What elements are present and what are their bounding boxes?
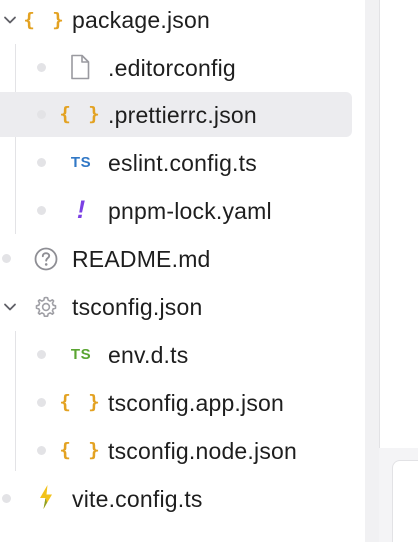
tree-item-prettierrc-json[interactable]: { } .prettierrc.json xyxy=(0,92,368,137)
chevron-down-icon[interactable] xyxy=(2,299,18,315)
tree-item-label: .prettierrc.json xyxy=(108,102,257,128)
tree-bullet xyxy=(2,494,11,503)
json-braces-icon: { } xyxy=(59,439,103,461)
tree-item-tsconfig-app-json[interactable]: { } tsconfig.app.json xyxy=(0,383,368,423)
tree-item-env-d-ts[interactable]: TS env.d.ts xyxy=(0,335,368,375)
tree-item-tsconfig-node-json[interactable]: { } tsconfig.node.json xyxy=(0,431,368,471)
tree-item-label: README.md xyxy=(72,246,211,272)
file-icon xyxy=(67,54,93,80)
chevron-down-icon[interactable] xyxy=(2,12,18,28)
tree-item-label: tsconfig.app.json xyxy=(108,390,285,416)
help-circle-icon xyxy=(33,246,59,272)
tree-item-label: eslint.config.ts xyxy=(108,150,257,176)
tree-item-editorconfig[interactable]: .editorconfig xyxy=(0,48,368,88)
tree-item-package-json[interactable]: { } package.json xyxy=(0,0,368,40)
tree-item-eslint-config-ts[interactable]: TS eslint.config.ts xyxy=(0,143,368,183)
vite-bolt-icon xyxy=(33,484,59,510)
pane-splitter[interactable] xyxy=(365,0,379,542)
app-window: { } package.json .editorconfig { } .pret… xyxy=(0,0,418,542)
editor-pane-card xyxy=(392,460,418,542)
tree-item-label: package.json xyxy=(72,7,210,33)
tree-bullet xyxy=(37,446,46,455)
tree-item-label: pnpm-lock.yaml xyxy=(108,198,272,224)
tree-bullet xyxy=(37,398,46,407)
tree-item-label: env.d.ts xyxy=(108,342,189,368)
json-braces-icon: { } xyxy=(59,391,103,413)
typescript-icon: TS xyxy=(70,345,92,363)
tree-bullet xyxy=(37,63,46,72)
tree-item-label: tsconfig.json xyxy=(72,294,203,320)
tree-item-label: tsconfig.node.json xyxy=(108,438,298,464)
tree-item-tsconfig-json[interactable]: tsconfig.json xyxy=(0,287,368,327)
json-braces-icon: { } xyxy=(59,103,103,125)
tree-item-pnpm-lock-yaml[interactable]: ! pnpm-lock.yaml xyxy=(0,191,368,231)
tree-bullet xyxy=(37,206,46,215)
tree-item-label: .editorconfig xyxy=(108,55,236,81)
tree-bullet xyxy=(2,254,11,263)
tree-bullet xyxy=(37,350,46,359)
file-explorer-tree: { } package.json .editorconfig { } .pret… xyxy=(0,0,368,542)
tree-bullet xyxy=(37,158,46,167)
tree-item-vite-config-ts[interactable]: vite.config.ts xyxy=(0,479,368,519)
typescript-icon: TS xyxy=(70,153,92,171)
tree-item-label: vite.config.ts xyxy=(72,486,203,512)
tree-bullet xyxy=(37,110,46,119)
tree-item-readme-md[interactable]: README.md xyxy=(0,239,368,279)
json-braces-icon: { } xyxy=(23,9,67,31)
yaml-exclamation-icon: ! xyxy=(76,195,86,224)
gear-icon xyxy=(33,294,59,320)
